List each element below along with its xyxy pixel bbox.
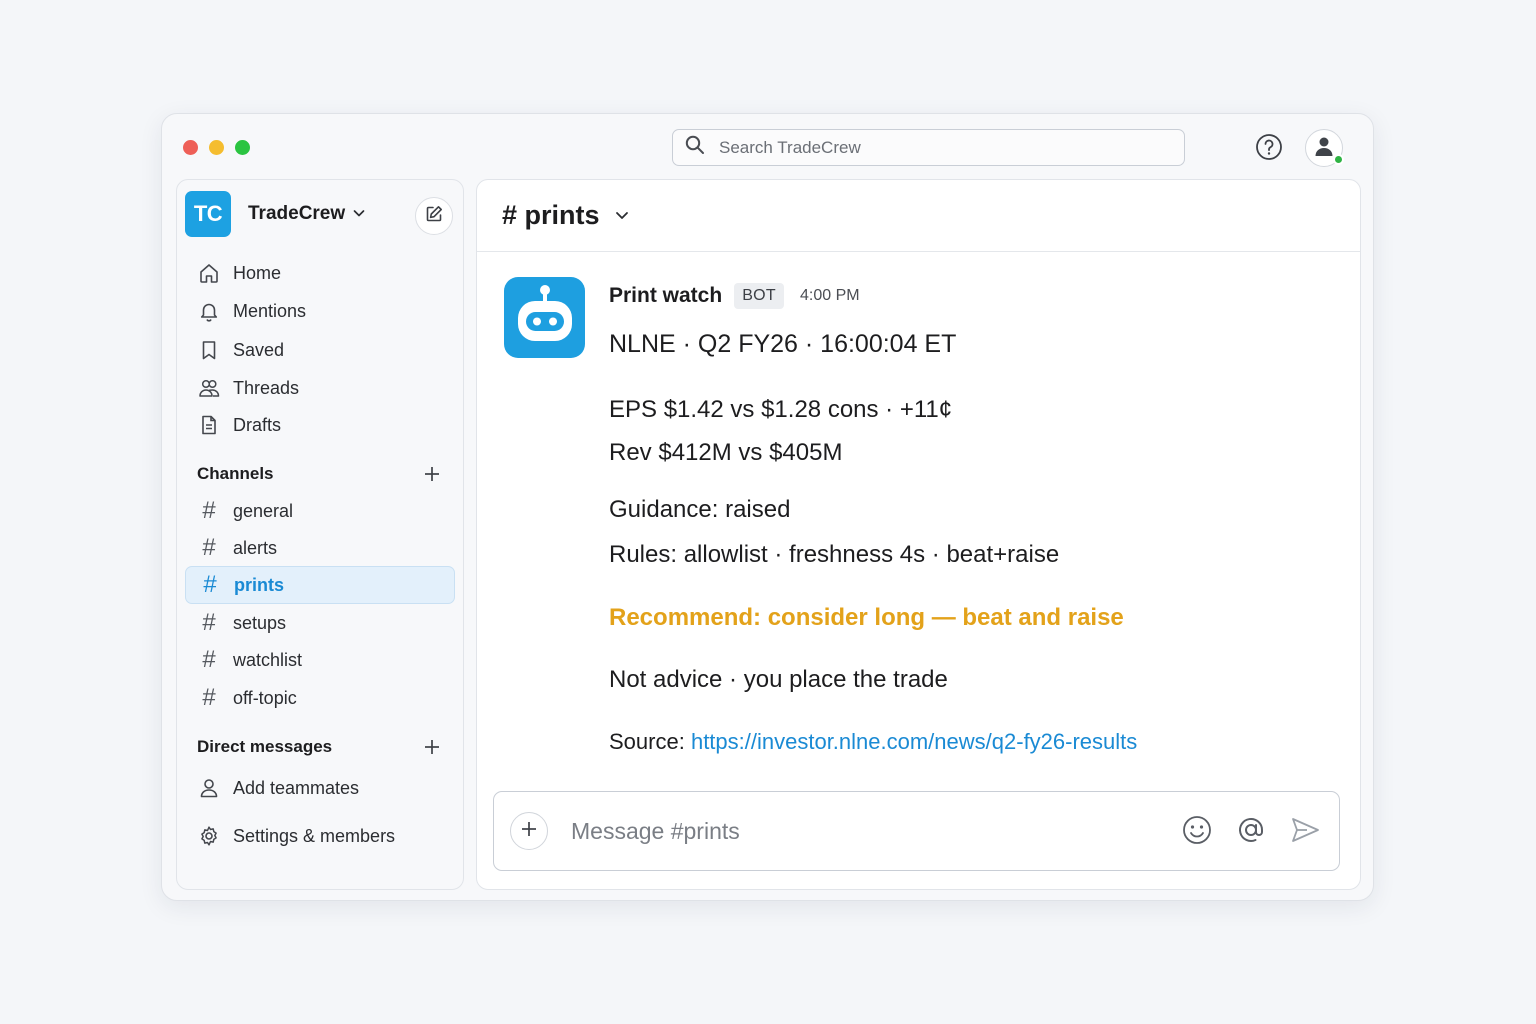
compose-icon (425, 205, 443, 228)
message: Print watch BOT 4:00 PM NLNE · Q2 FY26 ·… (609, 278, 1309, 754)
message-rules: Rules: allowlist · freshness 4s · beat+r… (609, 541, 1060, 568)
channel-label: setups (233, 612, 287, 633)
gear-icon (197, 824, 221, 848)
nav-mentions[interactable]: Mentions (185, 293, 455, 329)
add-channel-icon[interactable] (422, 464, 442, 484)
window-controls (183, 140, 250, 155)
dm-section-header: Direct messages (197, 737, 442, 757)
channel-alerts[interactable]: # alerts (185, 530, 455, 566)
message-guidance: Guidance: raised (609, 496, 791, 523)
hash-icon: # (202, 609, 216, 636)
help-button[interactable] (1255, 133, 1283, 161)
app-window: TC TradeCrew Home Mentions (161, 113, 1374, 901)
message-composer (493, 791, 1340, 871)
maximize-window-button[interactable] (235, 140, 250, 155)
nav-label: Threads (233, 377, 300, 398)
channel-header: # prints (477, 180, 1360, 252)
people-icon (197, 376, 221, 400)
channels-heading[interactable]: Channels (197, 464, 274, 484)
nav-saved[interactable]: Saved (185, 332, 455, 368)
workspace-logo[interactable]: TC (185, 191, 231, 237)
search-icon (685, 135, 705, 160)
nav-drafts[interactable]: Drafts (185, 407, 455, 443)
composer-actions (1181, 814, 1321, 851)
sender-name[interactable]: Print watch (609, 284, 722, 308)
message-recommendation: Recommend: consider long — beat and rais… (609, 604, 1124, 631)
channel-watchlist[interactable]: # watchlist (185, 642, 455, 678)
channel-pane: # prints Print watch BOT 4:00 PM NLNE · … (476, 179, 1361, 890)
channel-off-topic[interactable]: # off-topic (185, 680, 455, 716)
channel-title[interactable]: # prints (502, 200, 600, 231)
add-dm-icon[interactable] (422, 737, 442, 757)
hash-icon: # (202, 684, 216, 711)
message-header: Print watch BOT 4:00 PM (609, 278, 1309, 314)
compose-button[interactable] (415, 197, 453, 235)
document-icon (197, 413, 221, 437)
message-disclaimer: Not advice · you place the trade (609, 666, 948, 693)
sidebar: TC TradeCrew Home Mentions Saved Threads… (176, 179, 464, 890)
add-teammates-button[interactable]: Add teammates (185, 770, 455, 806)
bookmark-icon (197, 338, 221, 362)
bot-avatar[interactable] (504, 277, 585, 358)
hash-icon: # (203, 571, 217, 598)
search-input[interactable] (719, 137, 1159, 158)
channel-setups[interactable]: # setups (185, 605, 455, 641)
channel-label: prints (234, 574, 285, 595)
nav-label: Mentions (233, 300, 307, 321)
add-teammates-label: Add teammates (233, 777, 360, 798)
channel-prints[interactable]: # prints (185, 566, 455, 604)
mention-icon[interactable] (1235, 814, 1267, 851)
attach-button[interactable] (510, 812, 548, 850)
settings-members-button[interactable]: Settings & members (185, 818, 455, 854)
source-label: Source: (609, 729, 685, 754)
emoji-icon[interactable] (1181, 814, 1213, 851)
message-timestamp[interactable]: 4:00 PM (800, 287, 860, 305)
person-icon (197, 776, 221, 800)
channel-label: alerts (233, 537, 278, 558)
plus-icon (520, 820, 538, 843)
message-input[interactable] (571, 817, 1141, 845)
hash-icon: # (202, 534, 216, 561)
channel-label: off-topic (233, 687, 297, 708)
help-icon (1255, 134, 1283, 165)
channels-section-header: Channels (197, 464, 442, 484)
dm-heading[interactable]: Direct messages (197, 737, 332, 757)
settings-label: Settings & members (233, 825, 396, 846)
home-icon (197, 261, 221, 285)
user-avatar-button[interactable] (1305, 129, 1344, 167)
search-bar[interactable] (672, 129, 1185, 166)
channel-label: watchlist (233, 649, 303, 670)
message-revenue: Rev $412M vs $405M (609, 439, 843, 466)
message-headline: NLNE · Q2 FY26 · 16:00:04 ET (609, 330, 957, 358)
nav-threads[interactable]: Threads (185, 370, 455, 406)
robot-icon (515, 283, 575, 352)
message-source: Source: https://investor.nlne.com/news/q… (609, 729, 1137, 755)
workspace-name[interactable]: TradeCrew (248, 203, 345, 225)
close-window-button[interactable] (183, 140, 198, 155)
user-avatar-icon (1313, 135, 1335, 162)
nav-label: Home (233, 262, 282, 283)
chevron-down-icon[interactable] (352, 206, 366, 225)
hash-icon: # (202, 646, 216, 673)
presence-indicator (1333, 154, 1344, 165)
message-eps: EPS $1.42 vs $1.28 cons · +11¢ (609, 396, 953, 423)
nav-home[interactable]: Home (185, 255, 455, 291)
nav-label: Drafts (233, 414, 282, 435)
minimize-window-button[interactable] (209, 140, 224, 155)
chevron-down-icon[interactable] (614, 207, 630, 228)
workspace-header: TC TradeCrew (185, 190, 453, 238)
channel-label: general (233, 500, 294, 521)
nav-label: Saved (233, 339, 285, 360)
send-icon[interactable] (1289, 814, 1321, 851)
bell-icon (197, 299, 221, 323)
bot-badge: BOT (734, 283, 784, 309)
hash-icon: # (202, 497, 216, 524)
source-link[interactable]: https://investor.nlne.com/news/q2-fy26-r… (691, 729, 1137, 754)
channel-general[interactable]: # general (185, 493, 455, 529)
